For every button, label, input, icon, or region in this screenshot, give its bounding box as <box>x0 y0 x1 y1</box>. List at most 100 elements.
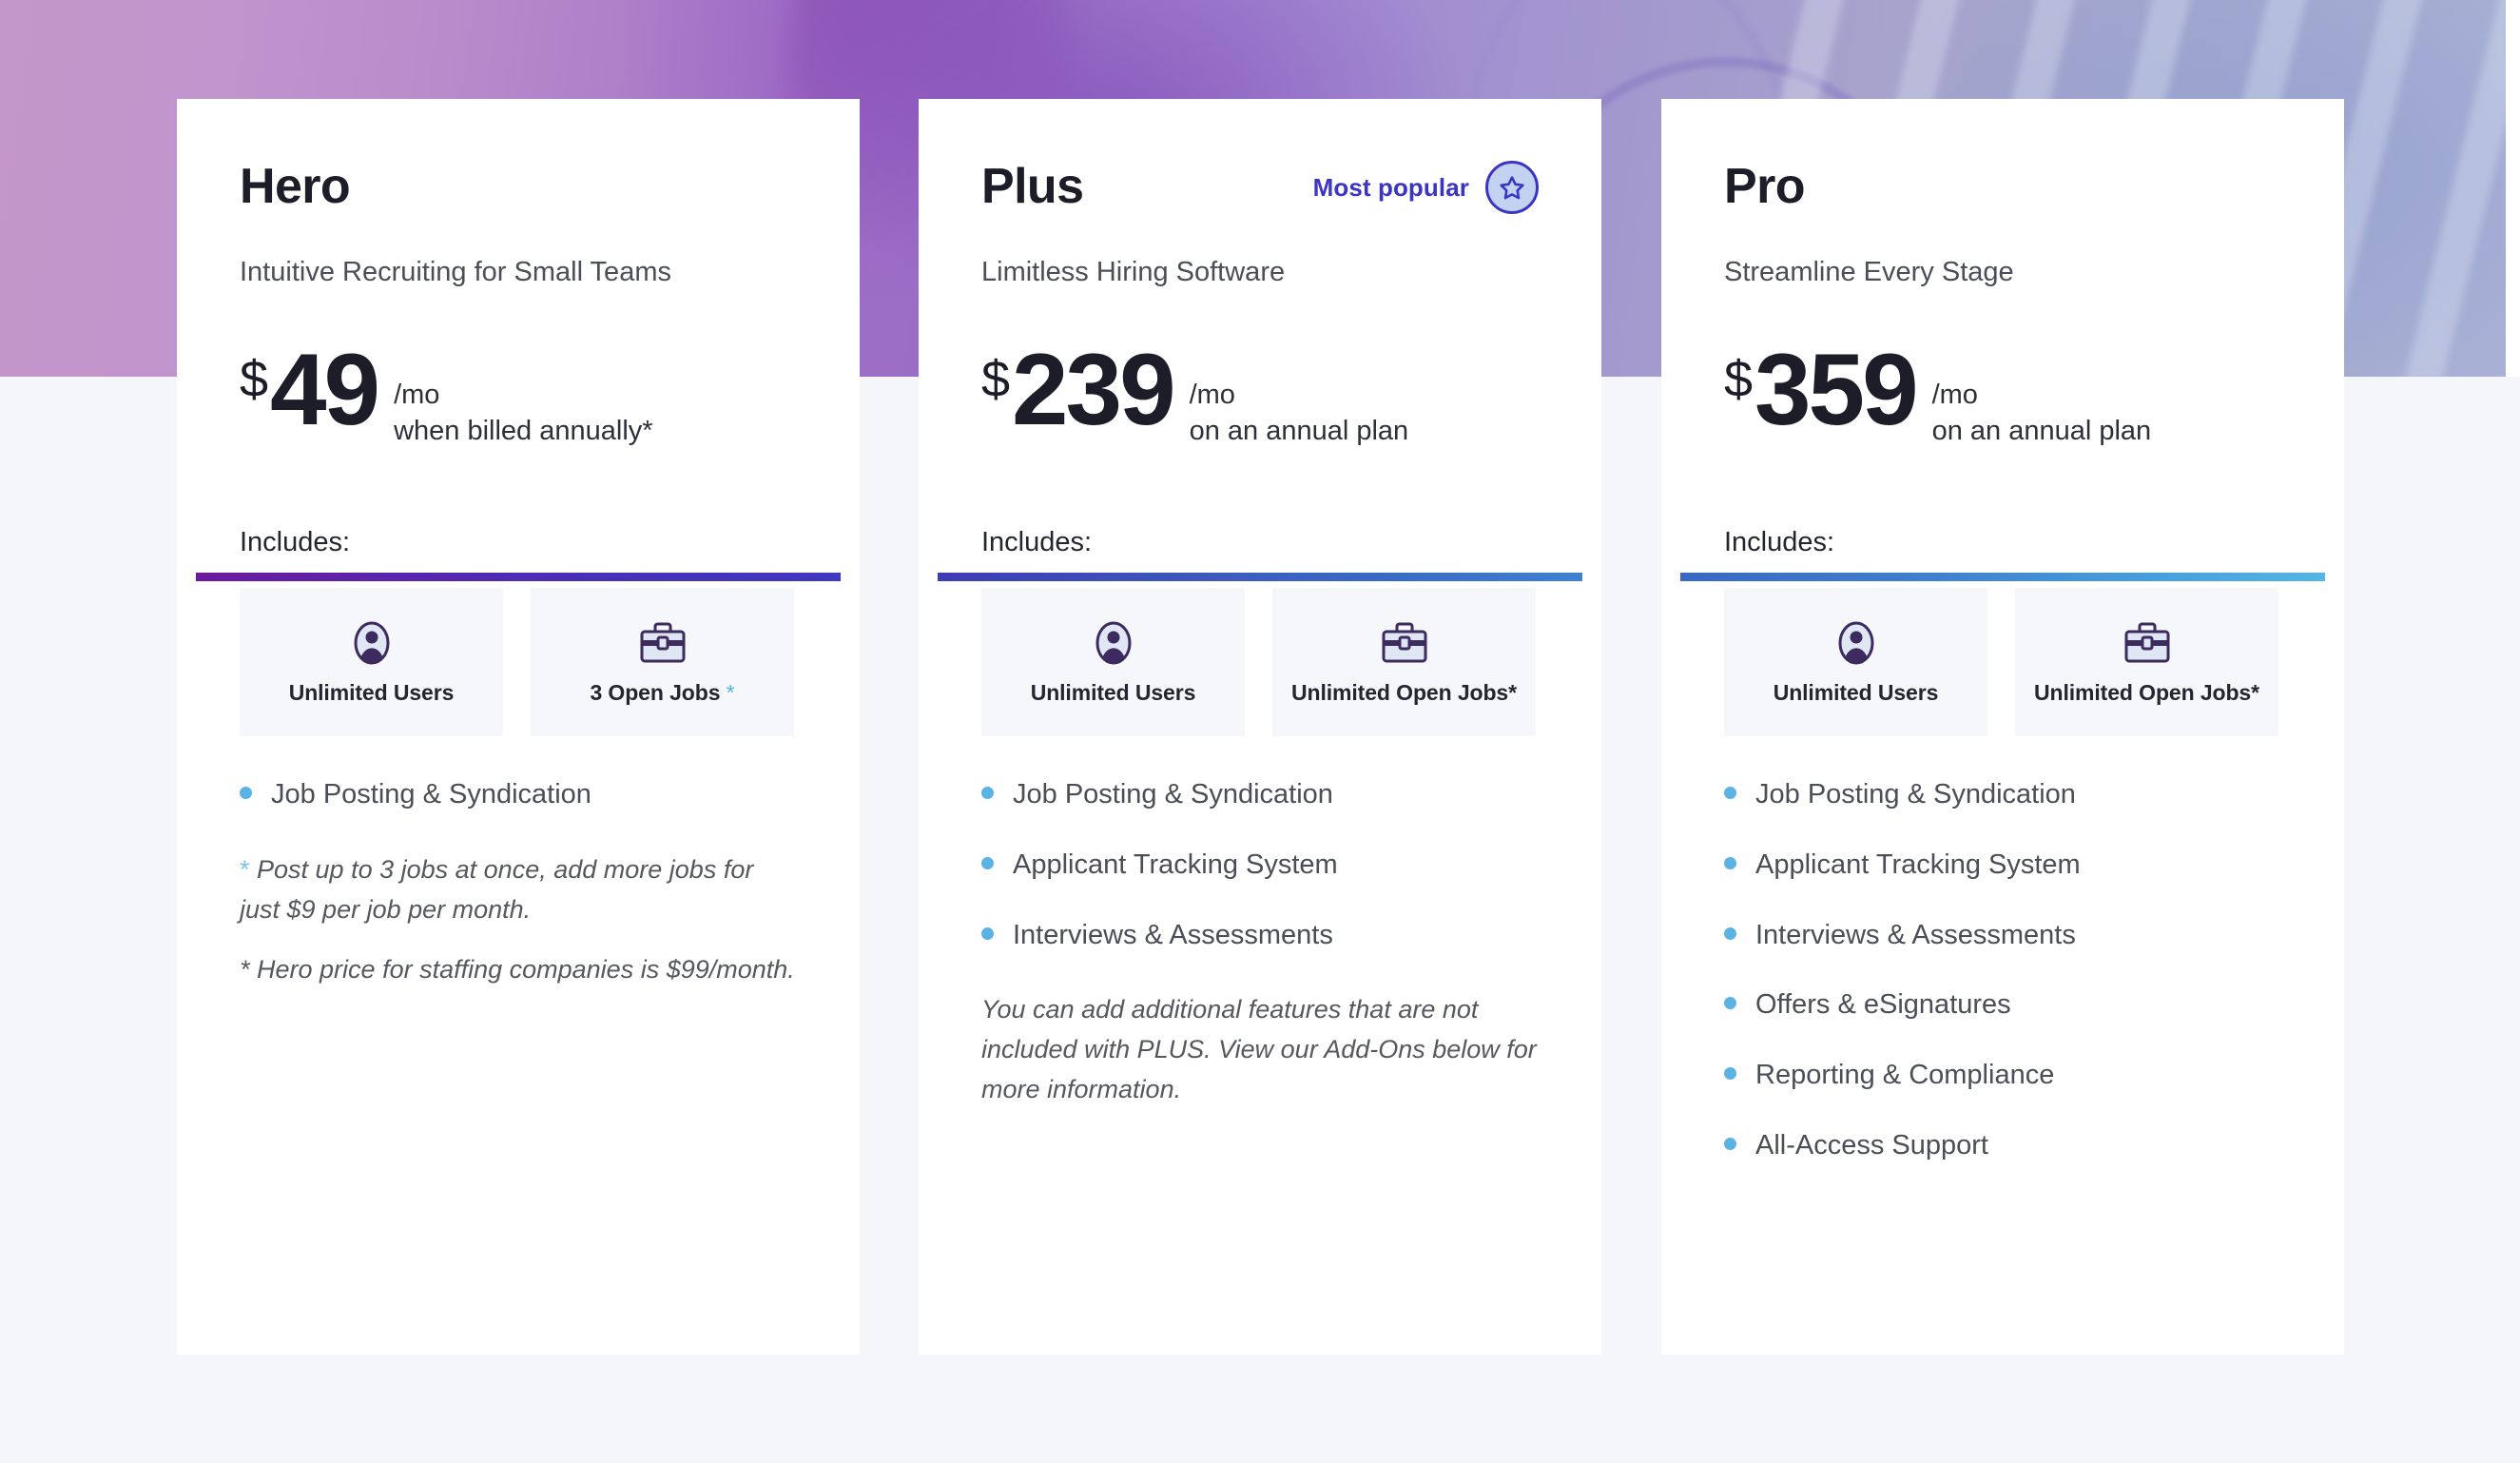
feature-text-hero-0: Job Posting & Syndication <box>271 778 591 810</box>
list-item: Job Posting & Syndication <box>240 778 797 810</box>
pricing-card-plus[interactable]: Plus Most popular Limitless Hiring Softw… <box>919 99 1601 1355</box>
feature-box-label-pro-0: Unlimited Users <box>1773 680 1939 706</box>
footnotes-plus: You can add additional features that are… <box>981 990 1539 1110</box>
feature-box-unlimited-users-hero: Unlimited Users <box>240 587 503 736</box>
feature-box-open-jobs-pro: Unlimited Open Jobs* <box>2015 587 2278 736</box>
card-header-plus: Plus Most popular <box>981 99 1539 214</box>
list-item: Offers & eSignatures <box>1724 990 2281 1021</box>
list-item: Reporting & Compliance <box>1724 1060 2281 1091</box>
feature-box-unlimited-users-plus: Unlimited Users <box>981 587 1245 736</box>
footnote-plus-0: You can add additional features that are… <box>981 995 1537 1104</box>
card-divider-hero <box>196 573 841 581</box>
price-amount-hero: 49 <box>270 331 380 446</box>
price-period-pro: /mo <box>1931 379 1978 410</box>
includes-label-plus: Includes: <box>981 526 1093 557</box>
price-meta-plus: /mo on an annual plan <box>1190 377 1409 450</box>
plan-price-plus: $ 239 /mo on an annual plan <box>981 331 1539 455</box>
plan-name-plus: Plus <box>981 159 1084 214</box>
bullet-dot-icon <box>981 927 994 940</box>
bullet-dot-icon <box>1724 786 1736 799</box>
bullet-dot-icon <box>1724 1138 1736 1151</box>
price-period-hero: /mo <box>394 379 440 410</box>
feature-text-pro-4: Reporting & Compliance <box>1755 1060 2055 1091</box>
feature-text-plus-2: Interviews & Assessments <box>1013 919 1333 950</box>
user-icon <box>1835 617 1877 669</box>
user-icon <box>1093 617 1134 669</box>
footnotes-hero: * Post up to 3 jobs at once, add more jo… <box>240 850 797 991</box>
user-icon <box>351 617 393 669</box>
feature-text-pro-2: Interviews & Assessments <box>1755 919 2076 950</box>
plan-price-hero: $ 49 /mo when billed annually* <box>240 331 797 455</box>
footnote-star-icon: * <box>240 955 250 985</box>
plan-name-hero: Hero <box>240 159 351 214</box>
briefcase-icon <box>2123 617 2172 669</box>
pricing-cards-row: Hero Intuitive Recruiting for Small Team… <box>0 0 2520 1463</box>
feature-boxes-plus: Unlimited Users Unlimited Open Jobs* <box>981 587 1539 736</box>
price-currency-hero: $ <box>240 350 269 408</box>
plan-tagline-pro: Streamline Every Stage <box>1724 257 2014 287</box>
most-popular-badge: Most popular <box>1313 161 1539 214</box>
bullet-dot-icon <box>1724 927 1736 940</box>
feature-box-open-jobs-plus: Unlimited Open Jobs* <box>1272 587 1536 736</box>
feature-text-plus-1: Applicant Tracking System <box>1013 849 1338 880</box>
list-item: Job Posting & Syndication <box>981 778 1539 810</box>
card-header-pro: Pro <box>1724 99 2281 214</box>
plan-price-pro: $ 359 /mo on an annual plan <box>1724 331 2281 455</box>
plan-tagline-hero: Intuitive Recruiting for Small Teams <box>240 257 671 287</box>
feature-box-label-hero-0: Unlimited Users <box>288 680 455 706</box>
feature-box-open-jobs-hero: 3 Open Jobs * <box>531 587 794 736</box>
bullet-dot-icon <box>1724 856 1736 869</box>
feature-boxes-pro: Unlimited Users Unlimited Open Jobs* <box>1724 587 2281 736</box>
feature-text-pro-0: Job Posting & Syndication <box>1755 778 2076 810</box>
list-item: Job Posting & Syndication <box>1724 778 2281 810</box>
feature-box-star-hero: * <box>720 680 735 706</box>
feature-text-plus-0: Job Posting & Syndication <box>1013 778 1333 810</box>
list-item: Applicant Tracking System <box>981 849 1539 881</box>
price-billing-note-plus: on an annual plan <box>1189 416 1409 447</box>
includes-label-hero: Includes: <box>240 526 351 557</box>
price-period-plus: /mo <box>1189 379 1235 410</box>
bullet-dot-icon <box>240 786 252 799</box>
feature-boxes-hero: Unlimited Users 3 Open Jobs * <box>240 587 797 736</box>
feature-box-label-hero-1: 3 Open Jobs * <box>590 680 735 706</box>
briefcase-icon <box>1380 617 1429 669</box>
list-item: Applicant Tracking System <box>1724 849 2281 881</box>
price-currency-pro: $ <box>1724 350 1754 408</box>
footnote-star-icon: * <box>240 854 250 884</box>
plan-tagline-plus: Limitless Hiring Software <box>981 257 1286 287</box>
includes-label-pro: Includes: <box>1724 526 1835 557</box>
feature-text-pro-5: All-Access Support <box>1755 1130 1988 1161</box>
price-billing-note-hero: when billed annually* <box>394 416 653 447</box>
price-meta-hero: /mo when billed annually* <box>394 377 652 450</box>
price-meta-pro: /mo on an annual plan <box>1932 377 2152 450</box>
plan-name-pro: Pro <box>1724 159 1805 214</box>
feature-list-pro: Job Posting & Syndication Applicant Trac… <box>1724 778 2281 1161</box>
price-currency-plus: $ <box>981 350 1011 408</box>
card-divider-pro <box>1680 573 2325 581</box>
price-billing-note-pro: on an annual plan <box>1931 416 2152 447</box>
pricing-card-pro[interactable]: Pro Streamline Every Stage $ 359 /mo on … <box>1661 99 2344 1355</box>
feature-text-pro-3: Offers & eSignatures <box>1755 989 2011 1021</box>
list-item: Interviews & Assessments <box>1724 919 2281 951</box>
feature-box-label-plus-0: Unlimited Users <box>1030 680 1196 706</box>
feature-list-plus: Job Posting & Syndication Applicant Trac… <box>981 778 1539 951</box>
feature-box-label-plus-1: Unlimited Open Jobs* <box>1291 680 1517 706</box>
feature-box-label-pro-1: Unlimited Open Jobs* <box>2034 680 2259 706</box>
bullet-dot-icon <box>981 856 994 869</box>
footnote-hero-0: * Post up to 3 jobs at once, add more jo… <box>240 854 754 924</box>
bullet-dot-icon <box>981 786 994 799</box>
bullet-dot-icon <box>1724 1067 1736 1081</box>
price-amount-plus: 239 <box>1012 331 1176 446</box>
price-amount-pro: 359 <box>1754 331 1919 446</box>
card-divider-plus <box>938 573 1582 581</box>
most-popular-label: Most popular <box>1312 172 1469 202</box>
pricing-card-hero[interactable]: Hero Intuitive Recruiting for Small Team… <box>177 99 860 1355</box>
feature-box-unlimited-users-pro: Unlimited Users <box>1724 587 1987 736</box>
card-header-hero: Hero <box>240 99 797 214</box>
feature-text-pro-1: Applicant Tracking System <box>1755 849 2081 880</box>
list-item: All-Access Support <box>1724 1130 2281 1161</box>
bullet-dot-icon <box>1724 997 1736 1010</box>
briefcase-icon <box>638 617 688 669</box>
footnote-hero-1: * Hero price for staffing companies is $… <box>240 955 795 985</box>
feature-list-hero: Job Posting & Syndication <box>240 778 797 810</box>
